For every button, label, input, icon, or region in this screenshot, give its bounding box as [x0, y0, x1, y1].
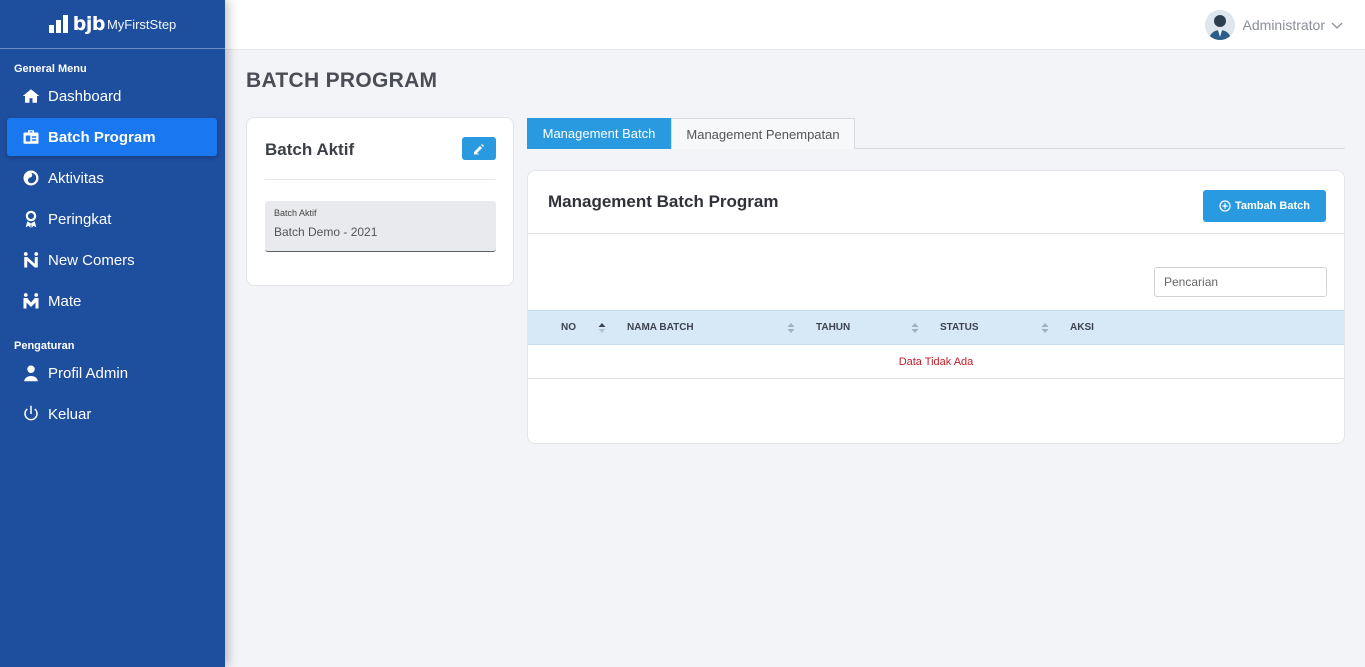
sidebar-item-label: Peringkat — [48, 210, 112, 228]
sort-icon[interactable] — [911, 322, 919, 334]
add-batch-button[interactable]: Tambah Batch — [1203, 190, 1326, 222]
field-label: Batch Aktif — [274, 208, 317, 218]
column-header-aksi: AKSI — [1070, 322, 1094, 333]
menu-section-general: General Menu — [14, 63, 87, 75]
logo-mark-text: bjb — [72, 13, 106, 35]
plus-circle-icon — [1219, 200, 1231, 212]
empty-message: Data Tidak Ada — [898, 355, 974, 368]
sidebar-item-dashboard[interactable]: Dashboard — [7, 77, 217, 115]
page-title: BATCH PROGRAM — [246, 69, 438, 92]
column-header-tahun[interactable]: TAHUN — [816, 311, 850, 344]
top-bar: Administrator — [225, 0, 1365, 50]
sidebar-item-aktivitas[interactable]: Aktivitas — [7, 159, 217, 197]
edit-icon — [474, 143, 484, 154]
mate-icon — [21, 291, 41, 311]
sidebar-item-label: Keluar — [48, 405, 92, 423]
table-empty-row: Data Tidak Ada — [528, 345, 1344, 379]
add-batch-label: Tambah Batch — [1235, 200, 1310, 212]
active-batch-field: Batch Aktif Batch Demo - 2021 — [265, 201, 496, 252]
sidebar: bjb MyFirstStep General Menu Dashboard B… — [0, 0, 225, 667]
card-title: Management Batch Program — [548, 192, 779, 211]
chevron-down-icon — [1331, 22, 1343, 29]
column-header-status[interactable]: STATUS — [940, 311, 979, 344]
sidebar-item-batch-program[interactable]: Batch Program — [7, 118, 217, 156]
power-icon — [21, 404, 41, 424]
newcomers-icon — [21, 250, 41, 270]
search-input[interactable] — [1154, 267, 1327, 297]
sidebar-item-label: Dashboard — [48, 87, 122, 105]
sidebar-item-label: Mate — [48, 292, 82, 310]
brand-logo[interactable]: bjb MyFirstStep — [0, 0, 225, 49]
logo-name-text: MyFirstStep — [106, 16, 177, 32]
tab-management-penempatan[interactable]: Management Penempatan — [671, 118, 855, 149]
edit-batch-button[interactable] — [462, 137, 496, 160]
management-batch-card: Management Batch Program Tambah Batch NO… — [527, 170, 1345, 444]
sidebar-item-label: Aktivitas — [48, 169, 104, 187]
activity-icon — [21, 168, 41, 188]
user-name: Administrator — [1242, 17, 1325, 33]
column-header-nama-batch[interactable]: NAMA BATCH — [627, 311, 694, 344]
card-title: Batch Aktif — [265, 140, 355, 159]
active-batch-card: Batch Aktif Batch Aktif Batch Demo - 202… — [246, 117, 514, 286]
sidebar-item-profil-admin[interactable]: Profil Admin — [7, 354, 217, 392]
card-divider — [528, 233, 1344, 234]
sidebar-item-mate[interactable]: Mate — [7, 282, 217, 320]
sidebar-item-keluar[interactable]: Keluar — [7, 395, 217, 433]
user-menu[interactable]: Administrator — [1204, 10, 1343, 40]
field-value: Batch Demo - 2021 — [274, 225, 378, 239]
sidebar-item-new-comers[interactable]: New Comers — [7, 241, 217, 279]
card-divider — [265, 179, 495, 180]
sidebar-item-label: Profil Admin — [48, 364, 129, 382]
sort-icon[interactable] — [1041, 322, 1049, 334]
sidebar-item-label: New Comers — [48, 251, 135, 269]
home-icon — [21, 86, 41, 106]
table-header: NO NAMA BATCH TAHUN STATUS AKSI — [528, 310, 1344, 345]
sort-asc-icon[interactable] — [598, 322, 606, 334]
avatar — [1204, 10, 1235, 40]
tab-bar: Management Batch Management Penempatan — [527, 118, 1345, 149]
user-icon — [21, 363, 41, 383]
sort-icon[interactable] — [787, 322, 795, 334]
menu-section-settings: Pengaturan — [14, 340, 75, 352]
sidebar-item-label: Batch Program — [48, 128, 156, 146]
column-header-no[interactable]: NO — [561, 311, 576, 344]
logo-bars-icon — [48, 15, 68, 33]
tab-management-batch[interactable]: Management Batch — [527, 118, 671, 149]
ranking-icon — [21, 209, 41, 229]
batch-icon — [21, 127, 41, 147]
sidebar-item-peringkat[interactable]: Peringkat — [7, 200, 217, 238]
